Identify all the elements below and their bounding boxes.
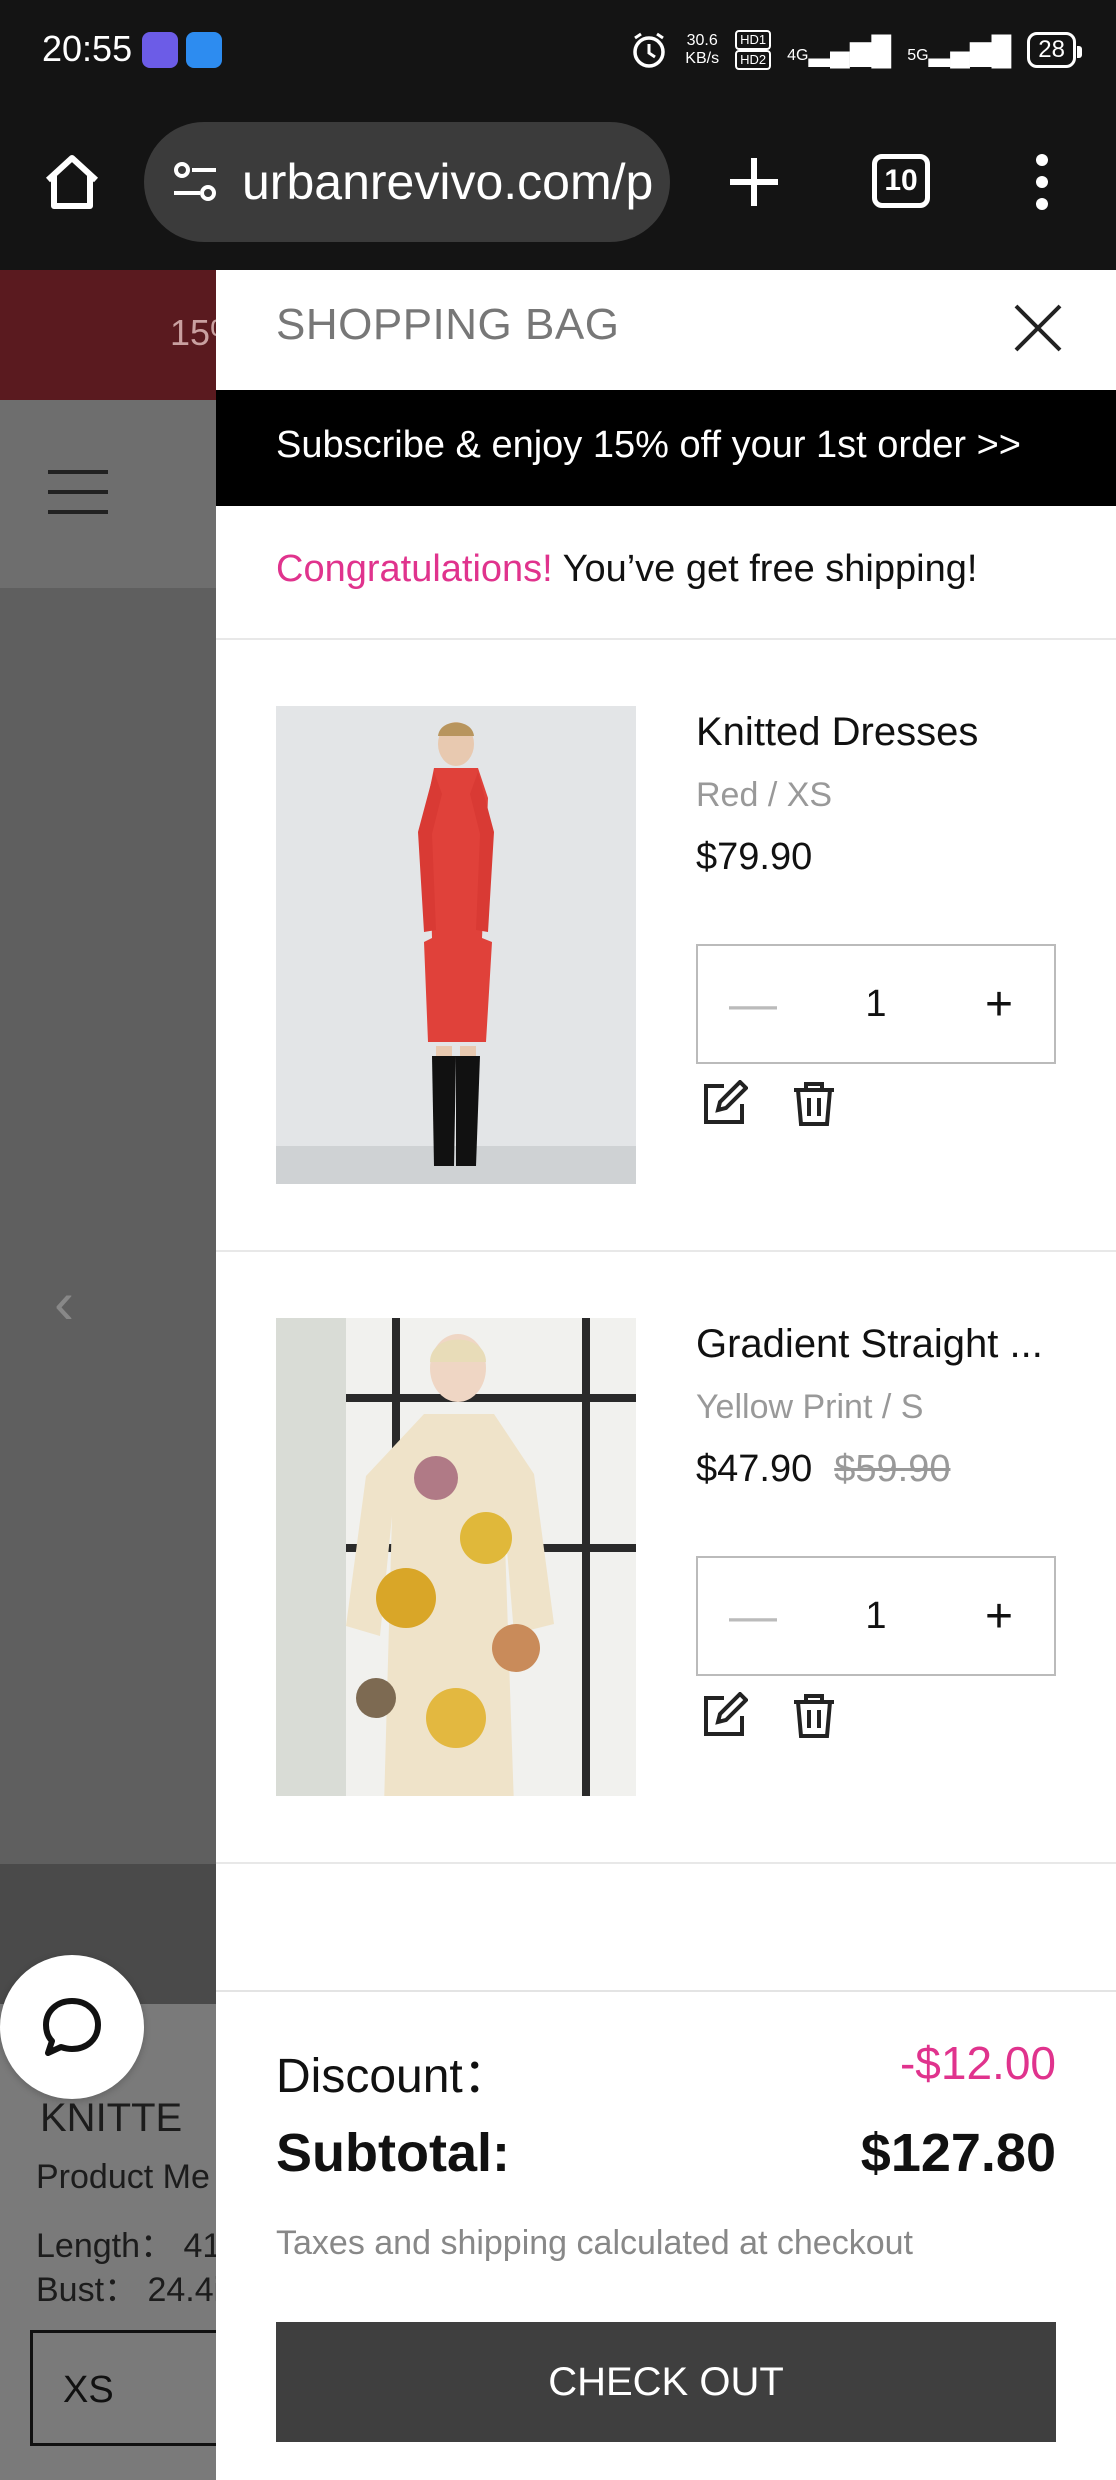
shipping-text: You’ve get free shipping! bbox=[552, 548, 978, 590]
product-image-knitted-dress[interactable] bbox=[276, 706, 636, 1184]
quantity-value[interactable]: 1 bbox=[808, 983, 944, 1026]
edit-icon[interactable] bbox=[700, 1692, 748, 1740]
chat-button[interactable] bbox=[0, 1955, 144, 2099]
bust-measure: Bust： 24.4i bbox=[36, 2271, 222, 2309]
quantity-stepper: — 1 + bbox=[696, 1556, 1056, 1676]
call-app-icon bbox=[142, 32, 178, 68]
congrats-text: Congratulations! bbox=[276, 548, 553, 590]
drawer-title: SHOPPING BAG bbox=[276, 300, 620, 349]
length-measure: Length： 41. bbox=[36, 2227, 231, 2265]
tax-note: Taxes and shipping calculated at checkou… bbox=[276, 2224, 913, 2262]
drawer-header: SHOPPING BAG bbox=[216, 270, 1116, 390]
item-variant: Yellow Print / S bbox=[696, 1388, 924, 1426]
site-settings-icon[interactable] bbox=[170, 157, 220, 207]
page-promo-banner: 15% bbox=[0, 270, 216, 400]
shopping-bag-drawer: SHOPPING BAG Subscribe & enjoy 15% off y… bbox=[216, 270, 1116, 2480]
size-selector[interactable]: XS bbox=[30, 2330, 230, 2446]
address-bar[interactable]: urbanrevivo.com/p bbox=[144, 122, 670, 242]
original-price: $59.90 bbox=[834, 1448, 951, 1490]
free-shipping-notice: Congratulations! You’ve get free shippin… bbox=[216, 506, 1116, 640]
signal-4g: 4G▂▄▆█ bbox=[787, 34, 892, 66]
order-summary: Discount： -$12.00 Subtotal: $127.80 Taxe… bbox=[216, 1990, 1116, 2480]
chat-bubble-icon bbox=[43, 1998, 101, 2056]
measurements-heading: Product Me bbox=[36, 2158, 210, 2196]
home-icon[interactable] bbox=[40, 150, 104, 214]
alarm-icon bbox=[633, 32, 666, 68]
checkout-button[interactable]: CHECK OUT bbox=[276, 2322, 1056, 2442]
cart-item: Gradient Straight ... Yellow Print / S $… bbox=[216, 1252, 1116, 1864]
battery-indicator: 28 bbox=[1027, 32, 1082, 68]
subtotal-row: Subtotal: $127.80 bbox=[276, 2122, 1056, 2184]
wallet-app-icon bbox=[186, 32, 222, 68]
sale-price: $47.90 bbox=[696, 1448, 813, 1490]
subtotal-label: Subtotal: bbox=[276, 2123, 510, 2183]
new-tab-icon[interactable] bbox=[722, 150, 786, 214]
browser-toolbar: urbanrevivo.com/p 10 bbox=[0, 100, 1116, 270]
quantity-value[interactable]: 1 bbox=[808, 1595, 944, 1638]
decrease-quantity-button[interactable]: — bbox=[698, 977, 808, 1032]
close-icon[interactable] bbox=[1012, 302, 1064, 354]
product-image-gradient-straight[interactable] bbox=[276, 1318, 636, 1796]
product-title: KNITTE bbox=[40, 2096, 183, 2140]
url-text: urbanrevivo.com/p bbox=[242, 154, 654, 210]
trash-icon[interactable] bbox=[790, 1080, 838, 1128]
item-price: $79.90 bbox=[696, 836, 813, 878]
more-menu-icon[interactable] bbox=[1030, 150, 1054, 214]
edit-icon[interactable] bbox=[700, 1080, 748, 1128]
quantity-stepper: — 1 + bbox=[696, 944, 1056, 1064]
signal-bars-icon: ▂▄▆█ bbox=[808, 34, 892, 66]
tab-switcher[interactable]: 10 bbox=[872, 154, 930, 208]
status-bar: 20:55 30.6 KB/s HD1 HD2 4G▂▄▆█ 5G▂▄▆█ 28 bbox=[0, 0, 1116, 100]
increase-quantity-button[interactable]: + bbox=[944, 1589, 1054, 1644]
trash-icon[interactable] bbox=[790, 1692, 838, 1740]
discount-label: Discount： bbox=[276, 2050, 511, 2103]
product-gallery bbox=[0, 588, 216, 1864]
network-speed: 30.6 KB/s bbox=[685, 32, 720, 67]
signal-5g: 5G▂▄▆█ bbox=[907, 34, 1012, 66]
hamburger-menu-icon[interactable] bbox=[48, 470, 108, 530]
item-variant: Red / XS bbox=[696, 776, 833, 814]
tab-count: 10 bbox=[884, 164, 918, 197]
cart-item: Knitted Dresses Red / XS $79.90 — 1 + bbox=[216, 640, 1116, 1252]
discount-value: -$12.00 bbox=[899, 2037, 1056, 2089]
increase-quantity-button[interactable]: + bbox=[944, 977, 1054, 1032]
item-name[interactable]: Gradient Straight ... bbox=[696, 1322, 1043, 1367]
decrease-quantity-button[interactable]: — bbox=[698, 1589, 808, 1644]
discount-row: Discount： -$12.00 bbox=[276, 2036, 1056, 2106]
gallery-prev-icon[interactable]: ‹ bbox=[54, 1268, 74, 1337]
hd-badge: HD1 HD2 bbox=[735, 30, 772, 70]
page-header bbox=[0, 400, 216, 588]
status-icons: 30.6 KB/s HD1 HD2 4G▂▄▆█ 5G▂▄▆█ 28 bbox=[629, 28, 1082, 72]
item-name[interactable]: Knitted Dresses bbox=[696, 710, 978, 755]
item-price: $47.90 $59.90 bbox=[696, 1448, 950, 1491]
subscribe-promo-link[interactable]: Subscribe & enjoy 15% off your 1st order… bbox=[216, 390, 1116, 506]
subtotal-value: $127.80 bbox=[860, 2123, 1056, 2183]
clock: 20:55 bbox=[42, 28, 133, 69]
signal-bars-icon: ▂▄▆█ bbox=[928, 34, 1012, 66]
